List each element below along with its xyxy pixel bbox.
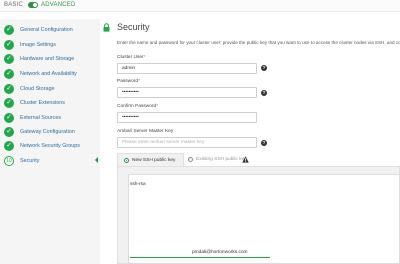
- ambari-key-input[interactable]: Please enter ambari server master key: [117, 137, 257, 148]
- textarea-focus-underline: [130, 257, 270, 258]
- check-icon: ✓: [4, 24, 14, 35]
- check-icon: ✓: [4, 83, 14, 94]
- check-icon: ✓: [4, 140, 14, 151]
- required-mark: *: [156, 104, 159, 109]
- advanced-mode-label[interactable]: ADVANCED: [41, 2, 76, 8]
- help-icon[interactable]: ?: [261, 140, 267, 146]
- check-icon: ✓: [4, 126, 14, 137]
- step-label: External Sources: [20, 114, 62, 121]
- step-label: Network and Availability: [20, 70, 77, 77]
- basic-mode-label[interactable]: BASIC: [4, 2, 23, 8]
- ssh-key-suffix: pmdali@hortonworks.com: [192, 250, 248, 255]
- tab-existing-ssh-key[interactable]: Existing SSH public key: [184, 153, 265, 166]
- cluster-user-label-text: Cluster User: [117, 55, 144, 60]
- step-security[interactable]: 10 Security: [4, 155, 98, 166]
- step-cloud-storage[interactable]: ✓ Cloud Storage: [4, 83, 96, 94]
- mode-toggle[interactable]: [28, 2, 38, 8]
- radio-unselected-icon[interactable]: [188, 157, 193, 162]
- step-general-configuration[interactable]: ✓ General Configuration: [4, 24, 96, 35]
- confirm-password-label: Confirm Password*: [117, 104, 158, 109]
- step-cluster-extensions[interactable]: ✓ Cluster Extensions: [4, 97, 96, 108]
- ssh-key-tabs: New SSH public key Existing SSH public k…: [117, 153, 400, 166]
- password-label: Password*: [117, 79, 140, 84]
- step-external-sources[interactable]: ✓ External Sources: [4, 112, 96, 123]
- step-label: Gateway Configuration: [20, 128, 75, 135]
- page-description: Enter the name and password for your clu…: [117, 40, 400, 45]
- page-title: Security: [117, 22, 150, 32]
- step-label: Hardware and Storage: [20, 55, 75, 62]
- required-mark: *: [138, 79, 140, 84]
- password-label-text: Password: [117, 79, 139, 84]
- cluster-user-input[interactable]: admin: [117, 63, 257, 74]
- required-mark: *: [143, 55, 146, 60]
- step-image-settings[interactable]: ✓ Image Settings: [4, 39, 96, 50]
- check-icon: ✓: [4, 97, 14, 108]
- radio-selected-icon[interactable]: [124, 157, 129, 163]
- warning-icon: [242, 156, 249, 163]
- check-icon: ✓: [4, 68, 14, 79]
- help-icon[interactable]: ?: [261, 90, 267, 96]
- help-icon[interactable]: ?: [261, 65, 267, 71]
- password-input[interactable]: ••••••••••: [117, 87, 257, 98]
- step-hardware-and-storage[interactable]: ✓ Hardware and Storage: [4, 53, 96, 64]
- check-icon: ✓: [4, 53, 14, 64]
- tab-new-ssh-key[interactable]: New SSH public key: [117, 153, 184, 166]
- step-network-and-availability[interactable]: ✓ Network and Availability: [4, 68, 96, 79]
- ssh-key-prefix: ssh-rsa: [130, 182, 146, 187]
- ssh-key-textarea[interactable]: [128, 174, 400, 264]
- check-icon: ✓: [4, 112, 14, 123]
- active-step-caret: [95, 157, 98, 163]
- step-gateway-configuration[interactable]: ✓ Gateway Configuration: [4, 126, 96, 137]
- toggle-knob: [33, 3, 37, 7]
- cluster-user-label: Cluster User*: [117, 55, 146, 60]
- step-label: Image Settings: [20, 41, 56, 48]
- wizard-sidebar: ✓ General Configuration ✓ Image Settings…: [0, 19, 100, 264]
- step-network-security-groups[interactable]: ✓ Network Security Groups: [4, 140, 96, 151]
- tab-new-ssh-key-label: New SSH public key: [132, 157, 176, 163]
- step-label: Cloud Storage: [20, 85, 55, 92]
- step-label: Security: [20, 157, 40, 164]
- step-label: General Configuration: [20, 26, 73, 33]
- confirm-password-input[interactable]: ••••••••••: [117, 112, 257, 123]
- tab-existing-ssh-key-label: Existing SSH public key: [196, 157, 247, 162]
- step-label: Network Security Groups: [20, 142, 80, 149]
- ambari-key-label: Ambari Server Master Key: [117, 129, 174, 134]
- step-label: Cluster Extensions: [20, 99, 65, 106]
- confirm-password-label-text: Confirm Password: [117, 104, 157, 109]
- step-number-badge: 10: [4, 155, 14, 166]
- check-icon: ✓: [4, 39, 14, 50]
- lock-icon: [103, 23, 110, 32]
- top-bar: BASIC ADVANCED: [0, 0, 400, 12]
